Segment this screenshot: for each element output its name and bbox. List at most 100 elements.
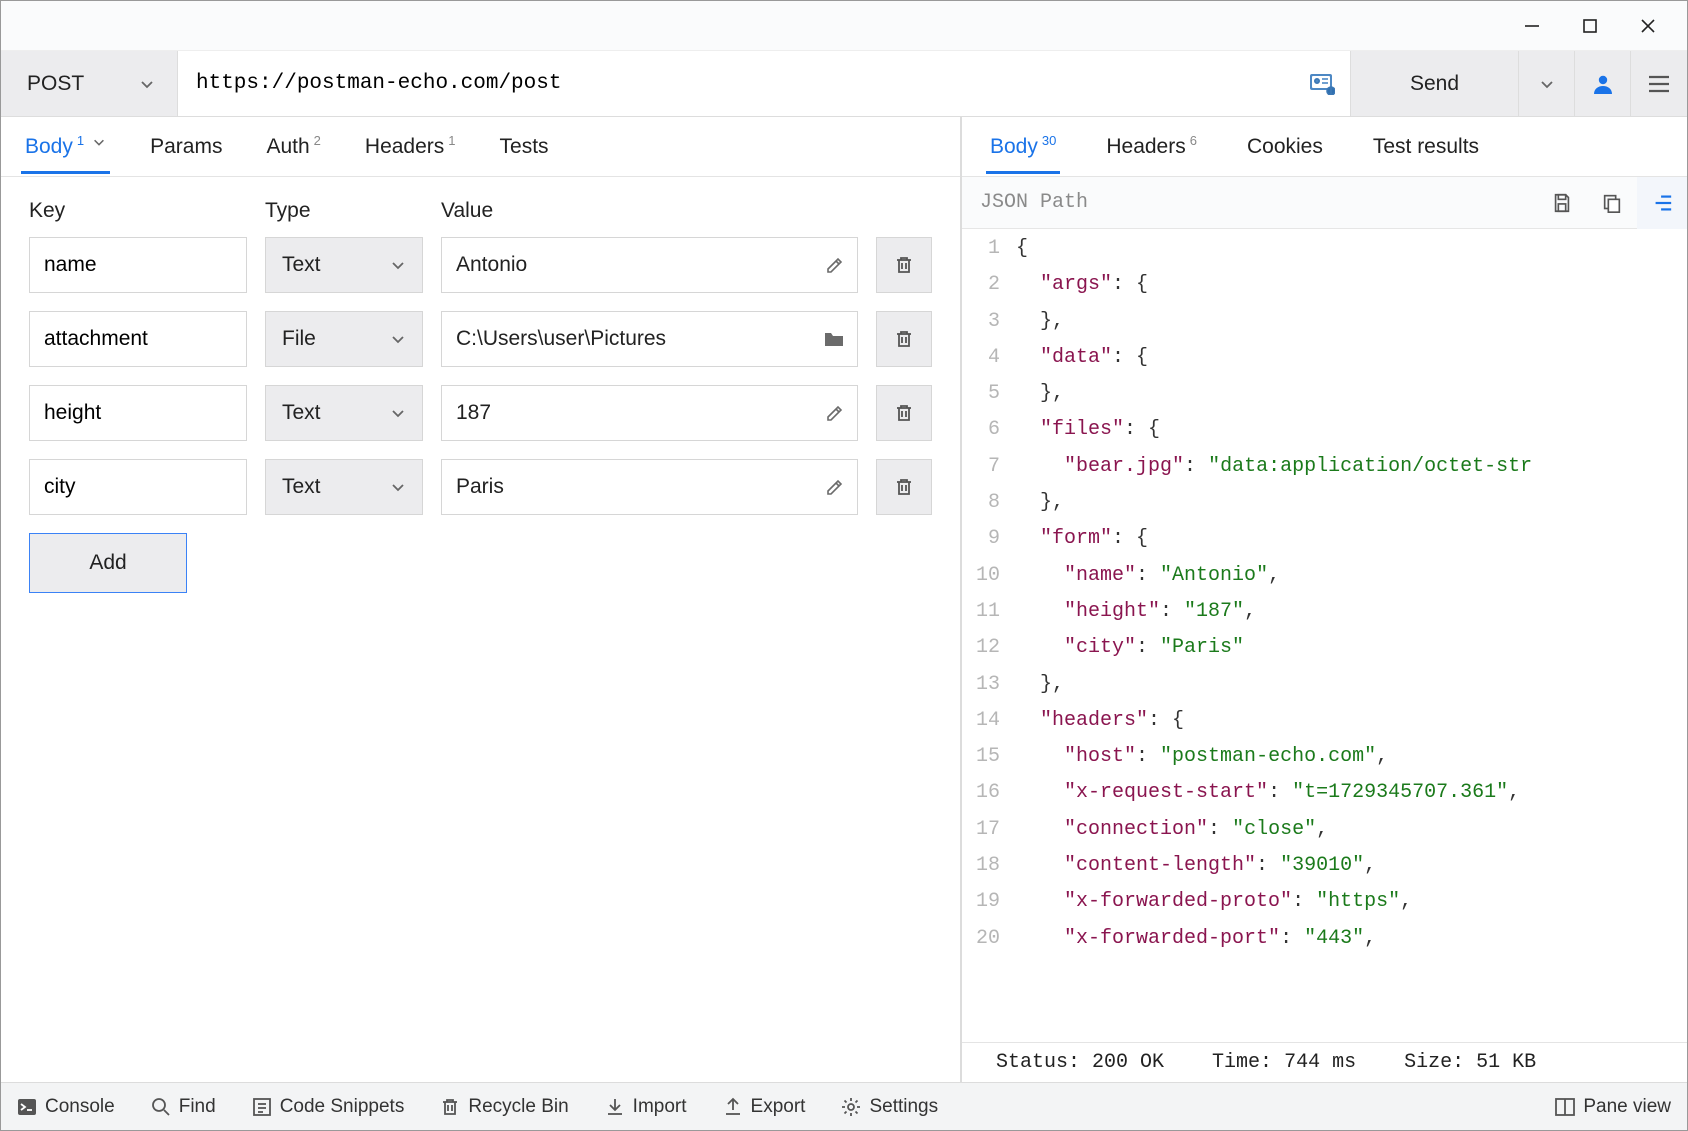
- key-input[interactable]: [29, 311, 247, 367]
- tab-badge: 2: [314, 133, 321, 148]
- tab-headers[interactable]: Headers 1: [361, 121, 460, 173]
- http-method-select[interactable]: POST: [1, 51, 178, 116]
- format-icon[interactable]: [1637, 177, 1687, 229]
- type-select[interactable]: Text: [265, 385, 423, 441]
- tab-label: Headers: [365, 135, 444, 159]
- request-pane: Body 1 Params Auth 2 Headers 1 Tests: [1, 117, 962, 1082]
- delete-row-button[interactable]: [876, 311, 932, 367]
- tab-badge: 1: [77, 133, 84, 148]
- key-input[interactable]: [29, 385, 247, 441]
- bottom-import[interactable]: Import: [605, 1096, 687, 1118]
- trash-icon: [894, 403, 914, 423]
- value-text: Antonio: [456, 253, 817, 277]
- tab-badge: 6: [1190, 133, 1197, 148]
- value-cell[interactable]: C:\Users\user\Pictures: [441, 311, 858, 367]
- key-input[interactable]: [29, 459, 247, 515]
- url-actions: i: [1300, 51, 1351, 116]
- window-close-button[interactable]: [1619, 6, 1677, 46]
- menu-button[interactable]: [1631, 51, 1687, 116]
- type-select[interactable]: Text: [265, 237, 423, 293]
- jsonpath-input[interactable]: JSON Path: [980, 191, 1537, 214]
- request-bar: POST i Send: [1, 51, 1687, 117]
- key-input[interactable]: [29, 237, 247, 293]
- edit-icon[interactable]: [825, 403, 845, 423]
- pane-icon: [1555, 1098, 1575, 1116]
- edit-icon[interactable]: [825, 477, 845, 497]
- tab-tests[interactable]: Tests: [496, 121, 553, 173]
- value-cell[interactable]: 187: [441, 385, 858, 441]
- tab-body[interactable]: Body 1: [21, 121, 110, 173]
- url-input[interactable]: [178, 51, 1300, 116]
- form-row: Text Paris: [29, 459, 932, 515]
- form-area: Key Type Value Text Antonio File C:\Users\u…: [1, 177, 960, 615]
- response-status-bar: Status: 200 OK Time: 744 ms Size: 51 KB: [962, 1042, 1687, 1082]
- time-block: Time: 744 ms: [1212, 1051, 1356, 1074]
- import-icon: [605, 1097, 625, 1117]
- value-text: C:\Users\user\Pictures: [456, 327, 815, 351]
- send-options-button[interactable]: [1519, 51, 1575, 116]
- bottom-find[interactable]: Find: [151, 1096, 216, 1118]
- tab-label: Body: [25, 135, 73, 159]
- delete-row-button[interactable]: [876, 459, 932, 515]
- bottom-snippets[interactable]: Code Snippets: [252, 1096, 405, 1118]
- account-button[interactable]: [1575, 51, 1631, 116]
- save-icon[interactable]: [1537, 177, 1587, 229]
- bottom-pane-view[interactable]: Pane view: [1555, 1096, 1671, 1118]
- bottom-label: Recycle Bin: [468, 1096, 568, 1118]
- window-maximize-button[interactable]: [1561, 6, 1619, 46]
- folder-icon[interactable]: [823, 330, 845, 348]
- type-select[interactable]: Text: [265, 459, 423, 515]
- delete-row-button[interactable]: [876, 237, 932, 293]
- status-block: Status: 200 OK: [996, 1051, 1164, 1074]
- tab-response-test-results[interactable]: Test results: [1369, 121, 1483, 173]
- credentials-icon[interactable]: i: [1300, 62, 1344, 106]
- chevron-down-icon: [390, 331, 406, 347]
- col-header-type: Type: [265, 199, 423, 223]
- gear-icon: [841, 1097, 861, 1117]
- line-gutter: 1234567891011121314151617181920: [962, 229, 1010, 1042]
- chevron-down-icon: [139, 76, 155, 92]
- send-button[interactable]: Send: [1351, 51, 1519, 116]
- bottom-label: Console: [45, 1096, 115, 1118]
- bottom-settings[interactable]: Settings: [841, 1096, 938, 1118]
- search-icon: [151, 1097, 171, 1117]
- chevron-down-icon: [92, 135, 106, 149]
- value-cell[interactable]: Paris: [441, 459, 858, 515]
- type-label: Text: [282, 401, 321, 425]
- add-button[interactable]: Add: [29, 533, 187, 593]
- col-header-value: Value: [441, 199, 932, 223]
- tab-response-body[interactable]: Body 30: [986, 121, 1060, 173]
- tab-response-cookies[interactable]: Cookies: [1243, 121, 1327, 173]
- bottom-label: Pane view: [1583, 1096, 1671, 1118]
- type-select[interactable]: File: [265, 311, 423, 367]
- tab-auth[interactable]: Auth 2: [262, 121, 324, 173]
- http-method-label: POST: [27, 72, 84, 96]
- edit-icon[interactable]: [825, 255, 845, 275]
- bottom-label: Find: [179, 1096, 216, 1118]
- value-cell[interactable]: Antonio: [441, 237, 858, 293]
- tab-response-headers[interactable]: Headers 6: [1102, 121, 1201, 173]
- terminal-icon: [17, 1098, 37, 1116]
- bottom-export[interactable]: Export: [723, 1096, 806, 1118]
- response-toolbar: JSON Path: [962, 177, 1687, 229]
- response-pane: Body 30 Headers 6 Cookies Test results J…: [962, 117, 1687, 1082]
- response-body[interactable]: 1234567891011121314151617181920 { "args"…: [962, 229, 1687, 1042]
- chevron-down-icon: [390, 405, 406, 421]
- bottom-recycle[interactable]: Recycle Bin: [440, 1096, 568, 1118]
- main-split: Body 1 Params Auth 2 Headers 1 Tests: [1, 117, 1687, 1082]
- form-row: File C:\Users\user\Pictures: [29, 311, 932, 367]
- chevron-down-icon: [390, 257, 406, 273]
- window-minimize-button[interactable]: [1503, 6, 1561, 46]
- type-label: File: [282, 327, 316, 351]
- response-code: { "args": { }, "data": { }, "files": { "…: [1010, 229, 1687, 1042]
- form-column-headers: Key Type Value: [29, 199, 932, 223]
- copy-icon[interactable]: [1587, 177, 1637, 229]
- delete-row-button[interactable]: [876, 385, 932, 441]
- tab-label: Body: [990, 135, 1038, 159]
- trash-icon: [894, 255, 914, 275]
- bottom-console[interactable]: Console: [17, 1096, 115, 1118]
- tab-params[interactable]: Params: [146, 121, 226, 173]
- form-row: Text Antonio: [29, 237, 932, 293]
- trash-icon: [440, 1097, 460, 1117]
- value-text: Paris: [456, 475, 817, 499]
